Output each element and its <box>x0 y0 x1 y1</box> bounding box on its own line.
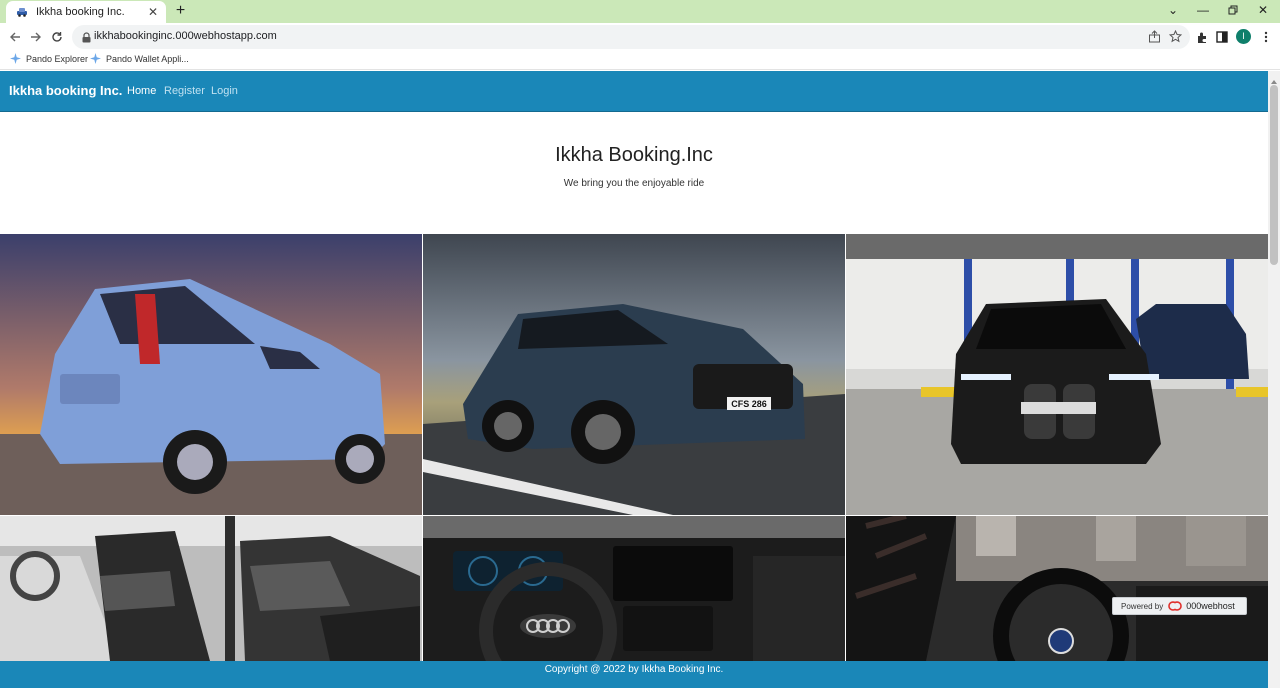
steering-wheel-closeup-photo <box>846 516 1268 661</box>
webhost-logo-icon <box>1168 601 1183 611</box>
site-footer: Copyright @ 2022 by Ikkha Booking Inc. <box>0 661 1268 688</box>
minimize-icon[interactable]: — <box>1188 0 1218 20</box>
powered-by-badge[interactable]: Powered by 000webhost <box>1112 597 1247 615</box>
page-scrollbar[interactable] <box>1268 71 1280 688</box>
nav-register-link[interactable]: Register <box>164 85 205 97</box>
forward-icon[interactable] <box>26 27 46 47</box>
bookmarks-bar: Pando Explorer Pando Wallet Appli... <box>0 50 1280 70</box>
tab-close-icon[interactable]: ✕ <box>146 5 160 19</box>
page-viewport: Ikkha booking Inc. Home Register Login I… <box>0 71 1268 688</box>
blue-hatchback-photo <box>0 234 422 515</box>
copyright-text: Copyright @ 2022 by Ikkha Booking Inc. <box>544 664 724 675</box>
powered-by-label: Powered by <box>1121 601 1164 611</box>
scroll-up-arrow-icon[interactable] <box>1270 73 1278 84</box>
webhost-name: 000webhost <box>1186 601 1235 611</box>
pando-icon <box>10 53 21 64</box>
tab-strip: Ikkha booking Inc. ✕ + ⌄ — ✕ <box>0 0 1280 23</box>
webhost-brand: 000webhost <box>1168 601 1235 611</box>
restore-icon[interactable] <box>1218 0 1248 20</box>
hero-title: Ikkha Booking.Inc <box>555 144 713 166</box>
black-ev-garage-photo <box>846 234 1268 515</box>
tab-search-icon[interactable]: ⌄ <box>1158 0 1188 20</box>
address-bar[interactable]: ikkhabookinginc.000webhostapp.com <box>72 25 1190 49</box>
menu-kebab-icon[interactable] <box>1258 29 1274 45</box>
hero-subtitle: We bring you the enjoyable ride <box>563 178 705 189</box>
side-panel-icon[interactable] <box>1214 29 1230 45</box>
nav-home-link[interactable]: Home <box>127 85 156 97</box>
extensions-icon[interactable] <box>1194 29 1210 45</box>
car-gallery: CFS 286 <box>0 234 1268 661</box>
url-text: ikkhabookinginc.000webhostapp.com <box>94 30 277 42</box>
scroll-thumb[interactable] <box>1270 85 1278 265</box>
back-icon[interactable] <box>5 27 25 47</box>
bookmark-star-icon[interactable] <box>1168 29 1183 44</box>
dark-suv-road-photo: CFS 286 <box>423 234 845 515</box>
profile-avatar[interactable]: I <box>1236 29 1251 44</box>
browser-tab[interactable]: Ikkha booking Inc. ✕ <box>6 1 166 23</box>
nav-login-link[interactable]: Login <box>211 85 238 97</box>
browser-toolbar: ikkhabookinginc.000webhostapp.com I <box>0 23 1280 50</box>
tab-title: Ikkha booking Inc. <box>36 6 125 18</box>
car-favicon-icon <box>15 5 29 19</box>
bookmark-label: Pando Explorer <box>26 53 89 64</box>
luxury-dashboard-photo <box>423 516 845 661</box>
license-plate-text: CFS 286 <box>731 399 767 409</box>
reload-icon[interactable] <box>47 27 67 47</box>
bookmark-pando-wallet[interactable]: Pando Wallet Appli... <box>90 53 189 64</box>
site-brand[interactable]: Ikkha booking Inc. <box>9 83 122 98</box>
pando-icon <box>90 53 101 64</box>
new-tab-button[interactable]: + <box>172 3 189 20</box>
bookmark-pando-explorer[interactable]: Pando Explorer <box>10 53 88 64</box>
share-icon[interactable] <box>1148 30 1162 44</box>
bookmark-label: Pando Wallet Appli... <box>106 53 189 64</box>
hatchback-interior-photo <box>0 516 422 661</box>
site-navbar: Ikkha booking Inc. Home Register Login <box>0 71 1268 112</box>
close-window-icon[interactable]: ✕ <box>1248 0 1278 20</box>
hero-section: Ikkha Booking.Inc We bring you the enjoy… <box>0 112 1268 234</box>
